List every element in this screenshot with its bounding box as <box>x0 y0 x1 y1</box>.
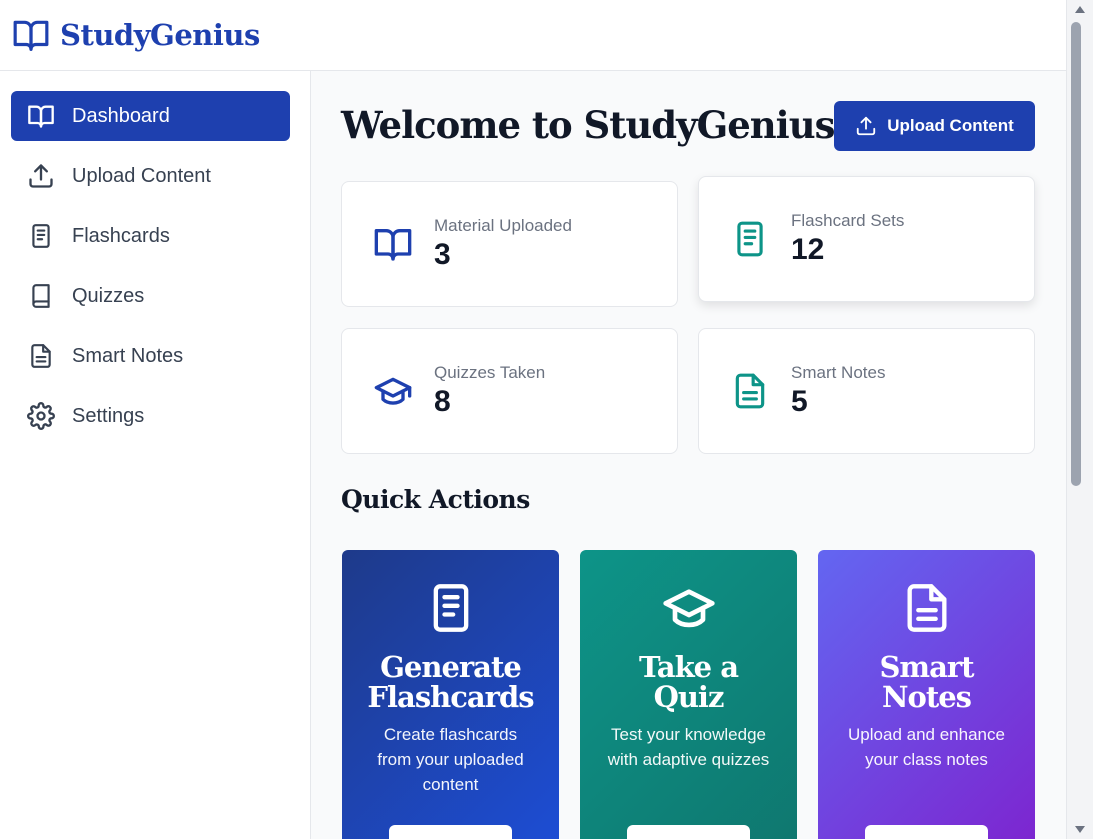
card-action-button[interactable] <box>865 825 988 839</box>
card-title-line: Generate <box>380 650 522 684</box>
page-title: Welcome to StudyGenius <box>341 103 835 147</box>
document-lines-icon <box>729 218 771 260</box>
stat-card-flashcard-sets: Flashcard Sets 12 <box>698 176 1035 302</box>
stat-label: Material Uploaded <box>434 216 572 235</box>
card-title-line: Smart <box>879 650 974 684</box>
card-description: Test your knowledge with adaptive quizze… <box>607 725 770 769</box>
quick-action-smart-notes[interactable]: Smart Notes Upload and enhance your clas… <box>818 550 1035 839</box>
card-title-line: Quiz <box>653 680 725 714</box>
app-name[interactable]: StudyGenius <box>60 18 260 52</box>
stat-value: 3 <box>434 238 451 271</box>
quick-actions-heading: Quick Actions <box>341 485 530 514</box>
upload-button-label: Upload Content <box>887 116 1014 135</box>
card-description: Upload and enhance your class notes <box>848 725 1005 769</box>
file-text-icon <box>26 341 56 371</box>
card-title-line: Take a <box>638 650 739 684</box>
scroll-down-arrow-icon[interactable] <box>1075 826 1085 833</box>
sidebar-item-settings[interactable]: Settings <box>11 391 290 441</box>
graduation-cap-icon <box>372 370 414 412</box>
book-open-icon <box>26 101 56 131</box>
stat-card-material-uploaded: Material Uploaded 3 <box>341 181 678 307</box>
stat-label: Flashcard Sets <box>791 211 905 230</box>
card-title: Smart Notes <box>818 652 1035 712</box>
quick-action-take-quiz[interactable]: Take a Quiz Test your knowledge with ada… <box>580 550 797 839</box>
sidebar-item-label: Settings <box>72 404 145 427</box>
document-lines-icon <box>26 221 56 251</box>
card-title: Generate Flashcards <box>342 652 559 712</box>
stat-label: Quizzes Taken <box>434 363 546 382</box>
card-title-line: Flashcards <box>367 680 534 714</box>
gear-icon <box>26 401 56 431</box>
stat-card-quizzes-taken: Quizzes Taken 8 <box>341 328 678 454</box>
quick-action-generate-flashcards[interactable]: Generate Flashcards Create flashcards fr… <box>342 550 559 839</box>
book-open-icon <box>12 16 50 54</box>
sidebar: Dashboard Upload Content Flashcards Quiz… <box>0 71 311 839</box>
graduation-cap-icon <box>661 580 717 636</box>
file-text-icon <box>729 370 771 412</box>
stat-card-smart-notes: Smart Notes 5 <box>698 328 1035 454</box>
sidebar-item-label: Quizzes <box>72 284 145 307</box>
scrollbar-thumb[interactable] <box>1071 22 1081 486</box>
main-content: Welcome to StudyGenius Upload Content Ma… <box>311 71 1066 839</box>
upload-icon <box>26 161 56 191</box>
sidebar-item-upload-content[interactable]: Upload Content <box>11 151 290 201</box>
scrollbar[interactable] <box>1066 0 1093 839</box>
scroll-up-arrow-icon[interactable] <box>1075 6 1085 13</box>
card-title-line: Notes <box>881 680 972 714</box>
document-lines-icon <box>423 580 479 636</box>
card-title: Take a Quiz <box>580 652 797 712</box>
stat-value: 12 <box>791 233 825 266</box>
file-text-icon <box>899 580 955 636</box>
sidebar-item-smart-notes[interactable]: Smart Notes <box>11 331 290 381</box>
sidebar-item-label: Flashcards <box>72 224 170 247</box>
upload-content-button[interactable]: Upload Content <box>834 101 1035 151</box>
sidebar-item-dashboard[interactable]: Dashboard <box>11 91 290 141</box>
stat-value: 8 <box>434 385 451 418</box>
sidebar-item-quizzes[interactable]: Quizzes <box>11 271 290 321</box>
book-open-icon <box>372 223 414 265</box>
card-action-button[interactable] <box>627 825 750 839</box>
stat-value: 5 <box>791 385 808 418</box>
app-header: StudyGenius <box>0 0 1066 71</box>
card-action-button[interactable] <box>389 825 512 839</box>
sidebar-item-label: Dashboard <box>72 104 170 127</box>
stat-label: Smart Notes <box>791 363 886 382</box>
sidebar-item-label: Smart Notes <box>72 344 184 367</box>
sidebar-item-flashcards[interactable]: Flashcards <box>11 211 290 261</box>
sidebar-item-label: Upload Content <box>72 164 211 187</box>
book-icon <box>26 281 56 311</box>
upload-icon <box>855 115 877 137</box>
card-description: Create flashcards from your uploaded con… <box>377 725 524 794</box>
